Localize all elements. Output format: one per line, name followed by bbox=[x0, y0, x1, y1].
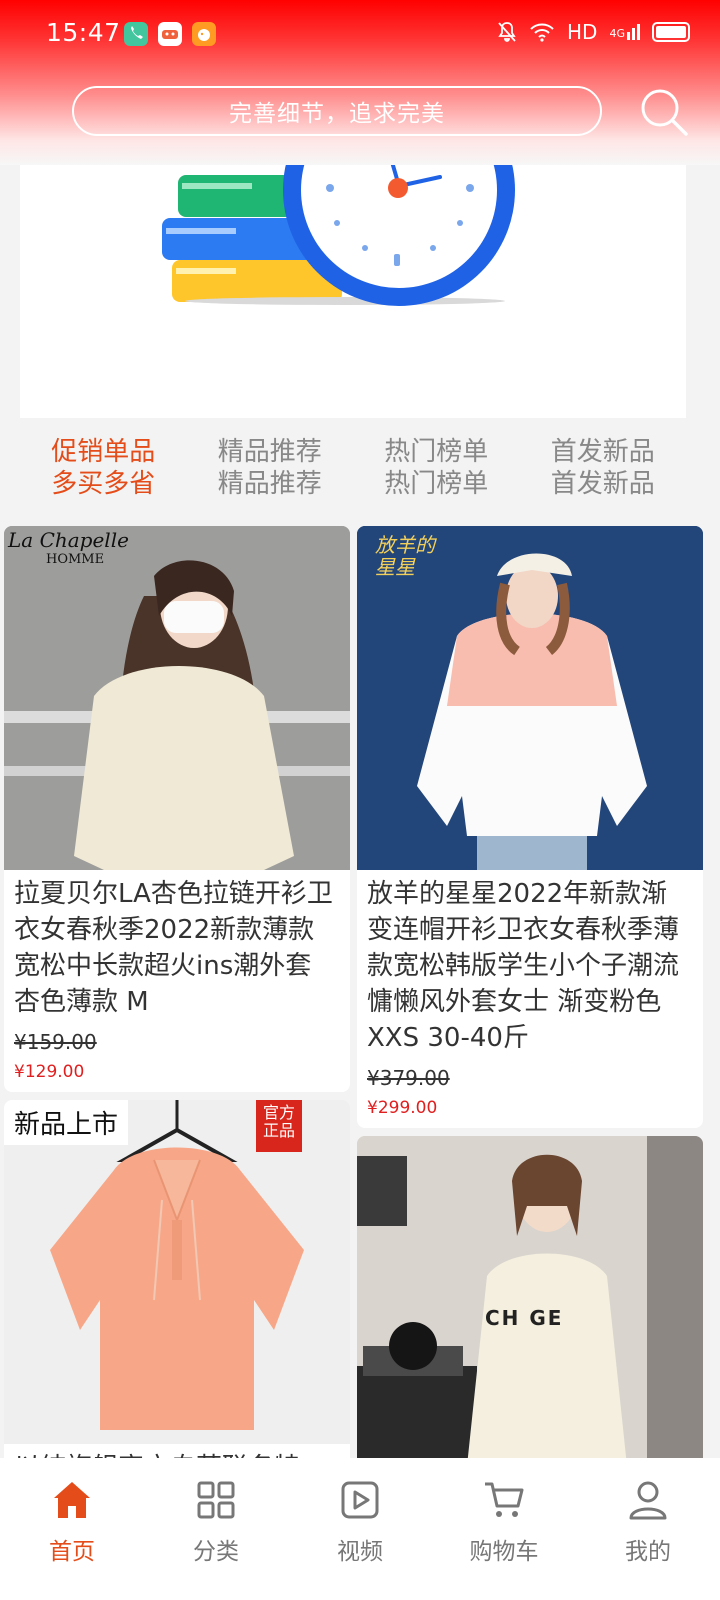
nav-profile[interactable]: 我的 bbox=[576, 1458, 720, 1600]
phone-app-icon bbox=[124, 22, 148, 46]
new-arrival-label: 新品上市 bbox=[4, 1100, 129, 1145]
promo-banner[interactable] bbox=[20, 150, 686, 418]
nav-label: 分类 bbox=[193, 1539, 239, 1565]
tab-subtitle: 精品推荐 bbox=[217, 469, 322, 499]
signal-indicator: 4G bbox=[609, 24, 640, 40]
network-type: HD bbox=[567, 20, 598, 44]
original-price: ¥159.00 bbox=[14, 1030, 97, 1054]
product-image: CH GE bbox=[357, 1136, 703, 1480]
tab-new-arrivals[interactable]: 首发新品 首发新品 bbox=[520, 436, 687, 506]
product-card[interactable]: 放羊的星星 放羊的星星2022年新款渐变连帽开衫卫衣女春秋季薄款宽松韩版学生小个… bbox=[357, 526, 703, 1128]
tab-subtitle: 首发新品 bbox=[550, 469, 655, 499]
print-text: CH GE bbox=[485, 1306, 564, 1330]
tab-subtitle: 热门榜单 bbox=[384, 469, 489, 499]
brand-overlay: La Chapelle HOMME bbox=[8, 528, 129, 567]
nav-category[interactable]: 分类 bbox=[144, 1458, 288, 1600]
tab-promotion[interactable]: 促销单品 多买多省 bbox=[20, 436, 187, 506]
search-input[interactable]: 完善细节，追求完美 bbox=[72, 86, 602, 136]
books-clock-illustration bbox=[162, 150, 515, 306]
brand-overlay: 放羊的星星 bbox=[375, 533, 435, 579]
product-image: 新品上市 官方正品 bbox=[4, 1100, 350, 1444]
header: 15:47 HD 4G 完善细节，追求完美 bbox=[0, 0, 720, 165]
cart-icon bbox=[485, 1482, 524, 1517]
official-badge: 官方正品 bbox=[256, 1100, 302, 1152]
nav-video[interactable]: 视频 bbox=[288, 1458, 432, 1600]
profile-icon bbox=[629, 1481, 667, 1520]
original-price: ¥379.00 bbox=[367, 1066, 450, 1090]
nav-home[interactable]: 首页 bbox=[0, 1458, 144, 1600]
search-placeholder: 完善细节，追求完美 bbox=[229, 101, 445, 127]
search-icon[interactable] bbox=[636, 84, 690, 138]
brand-sub: HOMME bbox=[46, 552, 105, 567]
tab-hot-list[interactable]: 热门榜单 热门榜单 bbox=[353, 436, 520, 506]
grid-icon bbox=[197, 1481, 235, 1519]
product-image: 放羊的星星 bbox=[357, 526, 703, 870]
tab-subtitle: 多买多省 bbox=[51, 469, 156, 499]
tab-title: 促销单品 bbox=[51, 437, 156, 467]
sale-price: ¥299.00 bbox=[367, 1098, 438, 1118]
nav-label: 购物车 bbox=[469, 1539, 539, 1565]
tab-title: 首发新品 bbox=[550, 437, 655, 467]
product-column-left: La Chapelle HOMME 拉夏贝尔LA杏色拉链开衫卫衣女春秋季2022… bbox=[4, 526, 350, 1494]
category-tabs: 促销单品 多买多省 精品推荐 精品推荐 热门榜单 热门榜单 首发新品 首发新品 bbox=[20, 436, 686, 506]
tab-featured[interactable]: 精品推荐 精品推荐 bbox=[187, 436, 354, 506]
product-card[interactable]: CH GE bbox=[357, 1136, 703, 1480]
wifi-icon bbox=[530, 23, 554, 42]
video-icon bbox=[341, 1481, 379, 1519]
status-time: 15:47 bbox=[46, 18, 121, 47]
squirrel-app-icon bbox=[192, 22, 216, 46]
battery-icon bbox=[652, 22, 690, 42]
status-icons: HD 4G bbox=[497, 20, 690, 44]
product-title: 拉夏贝尔LA杏色拉链开衫卫衣女春秋季2022新款薄款宽松中长款超火ins潮外套 … bbox=[14, 879, 333, 1017]
signal-label: 4G bbox=[609, 27, 625, 40]
status-bar: 15:47 HD 4G bbox=[0, 0, 720, 70]
nav-label: 首页 bbox=[49, 1539, 95, 1565]
nav-label: 我的 bbox=[625, 1539, 671, 1565]
sale-price: ¥129.00 bbox=[14, 1062, 85, 1082]
nav-label: 视频 bbox=[337, 1539, 383, 1565]
product-card[interactable]: 新品上市 官方正品 以纯旗舰官方自营联名特 bbox=[4, 1100, 350, 1486]
brand-name: La Chapelle bbox=[8, 528, 129, 552]
game-app-icon bbox=[158, 22, 182, 46]
product-column-right: 放羊的星星 放羊的星星2022年新款渐变连帽开衫卫衣女春秋季薄款宽松韩版学生小个… bbox=[357, 526, 703, 1488]
product-card[interactable]: La Chapelle HOMME 拉夏贝尔LA杏色拉链开衫卫衣女春秋季2022… bbox=[4, 526, 350, 1092]
bottom-nav: 首页 分类 视频 购物车 我的 bbox=[0, 1458, 720, 1600]
official-badge-text: 官方正品 bbox=[262, 1103, 295, 1140]
product-title: 放羊的星星2022年新款渐变连帽开衫卫衣女春秋季薄款宽松韩版学生小个子潮流慵懒风… bbox=[367, 879, 680, 1053]
home-icon bbox=[54, 1482, 90, 1518]
nav-cart[interactable]: 购物车 bbox=[432, 1458, 576, 1600]
mute-icon bbox=[498, 22, 516, 42]
product-image: La Chapelle HOMME bbox=[4, 526, 350, 870]
tab-title: 热门榜单 bbox=[384, 437, 489, 467]
tab-title: 精品推荐 bbox=[217, 437, 322, 467]
